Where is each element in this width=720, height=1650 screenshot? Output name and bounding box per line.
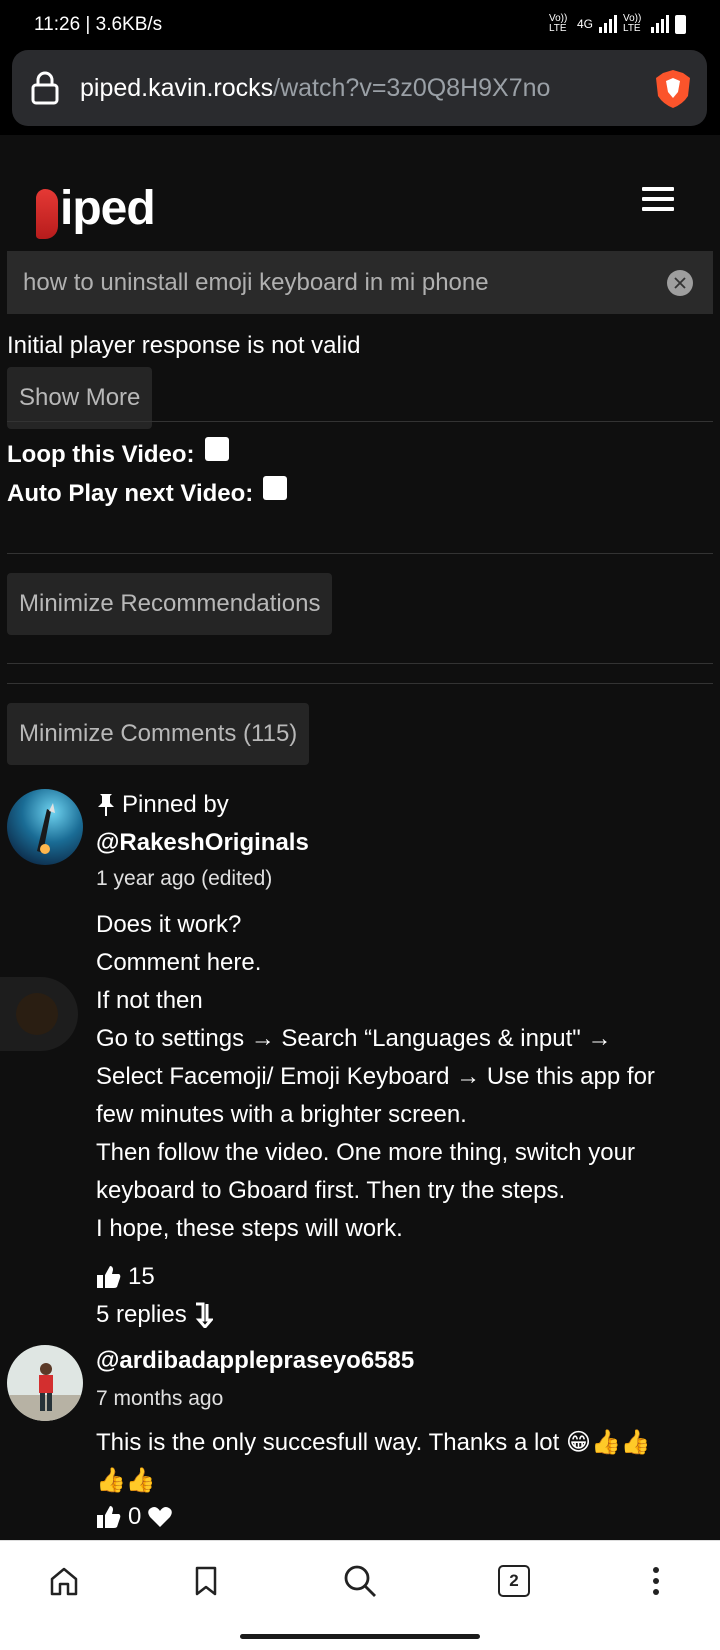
comment-line: If not then <box>96 987 203 1014</box>
browser-toolbar: piped.kavin.rocks/watch?v=3z0Q8H9X7no <box>0 50 720 135</box>
divider <box>7 553 713 554</box>
pinned-text: Pinned by <box>122 791 229 818</box>
status-time: 11:26 | 3.6KB/s <box>34 14 163 35</box>
address-bar[interactable]: piped.kavin.rocks/watch?v=3z0Q8H9X7no <box>12 50 707 126</box>
lock-icon[interactable] <box>30 70 60 106</box>
browser-bottom-nav: 2 <box>0 1540 720 1622</box>
like-count: 15 <box>128 1263 155 1290</box>
comment-line: I hope, these steps will work. <box>96 1215 403 1242</box>
clear-search-icon[interactable] <box>667 270 693 296</box>
comment-author[interactable]: @RakeshOriginals <box>96 829 309 857</box>
thumbs-up-icon <box>97 1266 121 1288</box>
avatar[interactable] <box>7 789 83 865</box>
search-input[interactable] <box>23 267 643 299</box>
floating-action-button[interactable] <box>0 977 78 1051</box>
autoplay-label: Auto Play next Video: <box>7 480 254 507</box>
volte-label-1: Vo)) LTE <box>548 13 568 34</box>
url-domain: piped.kavin.rocks <box>80 74 274 102</box>
comment-line: Does it work? <box>96 911 242 938</box>
autoplay-checkbox[interactable] <box>263 476 288 500</box>
comment-author[interactable]: @ardibadapplepraseyo6585 <box>96 1347 414 1375</box>
logo-p-mark <box>36 189 58 239</box>
comment-line: few minutes with a brighter screen. <box>96 1101 467 1128</box>
search-box <box>7 251 713 314</box>
comment-line: Select Facemoji/ Emoji Keyboard → Use th… <box>96 1063 655 1090</box>
comment-line: Comment here. <box>96 949 262 976</box>
brave-shield-icon[interactable] <box>653 68 693 110</box>
replies-toggle[interactable]: 5 replies <box>96 1301 213 1329</box>
heart-icon <box>148 1507 173 1527</box>
url-text[interactable]: piped.kavin.rocks/watch?v=3z0Q8H9X7no <box>80 74 550 103</box>
pinned-indicator: Pinned by <box>96 791 229 819</box>
comment-line: 👍👍 <box>96 1467 156 1494</box>
minimize-recommendations-button[interactable]: Minimize Recommendations <box>7 573 333 635</box>
volte-label-2: Vo)) LTE <box>623 13 642 34</box>
comment-line: This is the only succesfull way. Thanks … <box>96 1429 651 1456</box>
home-icon[interactable] <box>44 1561 84 1601</box>
comment-likes: 0 <box>96 1503 173 1531</box>
player-error-message: Initial player response is not valid <box>7 332 361 359</box>
bookmark-icon[interactable] <box>186 1561 226 1601</box>
home-gesture-bar[interactable] <box>240 1634 480 1639</box>
avatar[interactable] <box>7 1345 83 1421</box>
status-bar: 11:26 | 3.6KB/s Vo)) LTE 4G Vo)) LTE <box>0 0 720 50</box>
loop-option: Loop this Video: <box>7 437 229 469</box>
comment-time: 7 months ago <box>96 1387 224 1410</box>
url-path: /watch?v=3z0Q8H9X7no <box>273 74 551 102</box>
divider <box>7 421 713 422</box>
comment-body: Does it work? Comment here. If not then … <box>96 906 696 1248</box>
comment-line: keyboard to Gboard first. Then try the s… <box>96 1177 566 1204</box>
loop-label: Loop this Video: <box>7 441 195 468</box>
hamburger-menu-icon[interactable] <box>642 187 674 211</box>
minimize-comments-button[interactable]: Minimize Comments (115) <box>7 703 310 765</box>
divider <box>7 663 713 664</box>
page-content: iped Initial player response is not vali… <box>0 135 720 1540</box>
gesture-area <box>0 1622 720 1650</box>
comment-likes: 15 <box>96 1263 155 1291</box>
thumbs-up-icon <box>97 1506 121 1528</box>
replies-label: 5 replies <box>96 1301 187 1328</box>
autoplay-option: Auto Play next Video: <box>7 476 288 508</box>
divider <box>7 683 713 684</box>
more-options-icon[interactable] <box>636 1561 676 1601</box>
comment-line: Go to settings → Search “Languages & inp… <box>96 1025 612 1052</box>
loop-checkbox[interactable] <box>204 437 229 461</box>
like-count: 0 <box>128 1503 142 1530</box>
status-indicators: Vo)) LTE 4G Vo)) LTE <box>549 14 686 34</box>
comment-time: 1 year ago (edited) <box>96 867 273 890</box>
logo-text: iped <box>60 182 156 235</box>
pin-icon <box>98 794 114 816</box>
signal-icon-2 <box>651 15 669 33</box>
arrow-down-right-icon <box>195 1302 213 1328</box>
tabs-icon[interactable]: 2 <box>494 1561 534 1601</box>
piped-logo[interactable]: iped <box>36 175 156 239</box>
signal-icon <box>599 15 617 33</box>
network-type: 4G <box>576 17 593 31</box>
show-more-button[interactable]: Show More <box>7 367 153 429</box>
tab-count: 2 <box>498 1565 530 1597</box>
search-icon[interactable] <box>340 1561 380 1601</box>
battery-icon <box>675 14 686 34</box>
comment-body: This is the only succesfull way. Thanks … <box>96 1424 696 1500</box>
comment-line: Then follow the video. One more thing, s… <box>96 1139 635 1166</box>
